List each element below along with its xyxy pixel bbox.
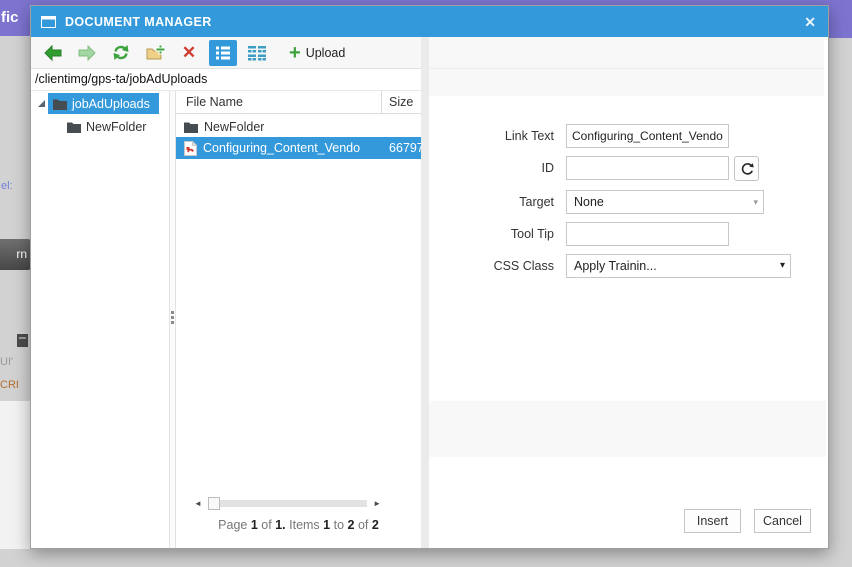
grid-view-button[interactable] (243, 40, 271, 66)
css-class-value: Apply Trainin... (574, 259, 657, 273)
tree-item-label: NewFolder (86, 119, 147, 134)
chevron-down-icon: ▾ (779, 260, 785, 271)
folder-tree: jobAdUploads NewFolder (31, 91, 169, 548)
tooltip-label: Tool Tip (510, 227, 554, 241)
arrow-left-icon (44, 44, 62, 61)
folder-icon (67, 122, 81, 133)
list-view-icon (216, 46, 230, 59)
tooltip-input[interactable] (566, 222, 729, 246)
dialog-toolbar: ✕ + Upload (31, 37, 421, 69)
background-left-panel (0, 401, 30, 549)
grid-view-icon (248, 45, 266, 60)
cancel-button[interactable]: Cancel (754, 509, 811, 533)
link-text-input[interactable] (566, 124, 729, 148)
background-header-left: fic (0, 0, 32, 36)
column-header-filename[interactable]: File Name (186, 91, 243, 113)
pager-status: Page 1 of 1. Items 1 to 2 of 2 (218, 518, 379, 532)
pdf-file-icon (184, 140, 197, 156)
css-class-select[interactable]: Apply Trainin... ▾ (566, 254, 791, 278)
id-label: ID (541, 161, 555, 175)
upload-button[interactable]: + Upload (289, 41, 346, 64)
forward-button[interactable] (73, 40, 101, 66)
chevron-down-icon: ▾ (753, 197, 758, 207)
file-name: Configuring_Content_Vendo (203, 141, 361, 155)
background-button-fragment: rn (0, 239, 31, 270)
file-name: NewFolder (204, 119, 265, 134)
folder-icon (53, 99, 67, 110)
scroll-right-icon[interactable]: ► (373, 496, 381, 511)
screen: fic el: rn UI' CRI DOCUMENT MANAGER ✕ ✕ … (0, 0, 852, 567)
file-row-selected[interactable]: Configuring_Content_Vendo 66797 (176, 137, 424, 159)
properties-footer-band (429, 401, 826, 457)
dialog-titlebar[interactable]: DOCUMENT MANAGER ✕ (31, 6, 828, 37)
id-input[interactable] (566, 156, 729, 180)
delete-x-icon: ✕ (181, 43, 197, 62)
scrollbar-track[interactable] (207, 497, 368, 510)
tree-item-jobaduploads[interactable]: jobAdUploads (48, 93, 159, 114)
column-header-size[interactable]: Size (389, 91, 413, 113)
new-folder-button[interactable] (141, 40, 169, 66)
background-text-fragment-1: UI' (0, 356, 14, 368)
current-path: /clientimg/gps-ta/jobAdUploads (31, 69, 421, 91)
delete-button[interactable]: ✕ (175, 40, 203, 66)
insert-button[interactable]: Insert (684, 509, 741, 533)
tree-item-label: jobAdUploads (72, 96, 150, 111)
splitter-grip-icon (171, 309, 174, 326)
css-class-label: CSS Class (493, 259, 554, 273)
background-page-icon (17, 334, 28, 347)
horizontal-scrollbar[interactable]: ◄ ► (194, 496, 381, 511)
panel-splitter[interactable] (169, 91, 176, 548)
scrollbar-thumb[interactable] (207, 497, 220, 510)
window-icon (41, 15, 56, 28)
tree-expand-icon[interactable] (38, 100, 45, 107)
target-select[interactable]: None ▾ (566, 190, 764, 214)
refresh-icon (113, 45, 129, 60)
folder-plus-icon (146, 44, 165, 59)
back-button[interactable] (39, 40, 67, 66)
background-link-fragment: el: (1, 180, 13, 192)
folder-icon (184, 122, 198, 133)
target-label: Target (519, 195, 554, 209)
scroll-left-icon[interactable]: ◄ (194, 496, 202, 511)
tree-item-newfolder[interactable]: NewFolder (62, 116, 155, 137)
link-text-label: Link Text (504, 129, 554, 143)
file-size: 66797 (389, 141, 424, 155)
upload-plus-icon: + (289, 41, 301, 64)
file-list-header: File Name Size (176, 91, 421, 114)
rotate-icon (741, 162, 754, 175)
generate-id-button[interactable] (734, 156, 759, 181)
properties-panel: Link Text ID Target None ▾ (429, 37, 828, 548)
file-list-panel: File Name Size NewFolder Configuring_Con… (176, 91, 424, 548)
close-icon[interactable]: ✕ (804, 15, 816, 29)
background-header-right (829, 0, 852, 38)
background-text-fragment-2: CRI (0, 379, 19, 391)
upload-label: Upload (305, 45, 346, 60)
document-manager-dialog: DOCUMENT MANAGER ✕ ✕ + Upload /clientimg… (30, 5, 829, 549)
file-row-newfolder[interactable]: NewFolder (176, 116, 421, 137)
arrow-right-icon (78, 44, 96, 61)
refresh-button[interactable] (107, 40, 135, 66)
panel-divider (421, 37, 429, 548)
column-divider (381, 91, 382, 114)
properties-header-band (429, 37, 824, 96)
list-view-button[interactable] (209, 39, 237, 66)
target-value: None (574, 195, 604, 209)
dialog-title: DOCUMENT MANAGER (65, 14, 212, 29)
